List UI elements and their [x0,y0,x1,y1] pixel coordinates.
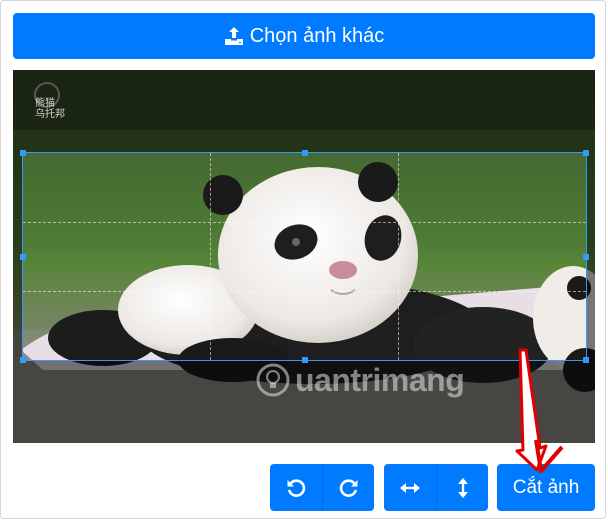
upload-icon [224,26,244,46]
rotate-button-group [270,464,374,511]
rotate-left-button[interactable] [270,464,322,511]
crop-handle-se[interactable] [583,357,589,363]
rotate-left-icon [287,478,306,497]
crop-handle-n[interactable] [301,150,308,156]
flip-button-group [384,464,488,511]
crop-handle-nw[interactable] [20,150,26,156]
flip-vertical-icon [457,477,468,498]
crop-handle-w[interactable] [20,253,26,260]
crop-image-button[interactable]: Cắt ảnh [497,464,595,511]
cropper-canvas[interactable]: 熊猫 乌托邦 uantrimang [13,70,595,443]
crop-handle-ne[interactable] [583,150,589,156]
flip-horizontal-button[interactable] [384,464,436,511]
flip-horizontal-icon [400,482,420,493]
crop-image-label: Cắt ảnh [512,476,580,498]
crop-guide-line [23,221,586,223]
choose-another-image-label: Chọn ảnh khác [249,24,385,47]
rotate-right-button[interactable] [322,464,374,511]
crop-guide-line [210,153,212,360]
crop-handle-s[interactable] [301,357,308,363]
crop-guide-line [23,290,586,292]
crop-box[interactable] [20,150,589,363]
crop-handle-e[interactable] [583,253,589,260]
panda-logo: 熊猫 乌托邦 [35,98,65,120]
choose-another-image-button[interactable]: Chọn ảnh khác [13,13,595,59]
flip-vertical-button[interactable] [436,464,488,511]
crop-guide-line [397,153,399,360]
crop-handle-sw[interactable] [20,357,26,363]
rotate-right-icon [339,478,357,497]
